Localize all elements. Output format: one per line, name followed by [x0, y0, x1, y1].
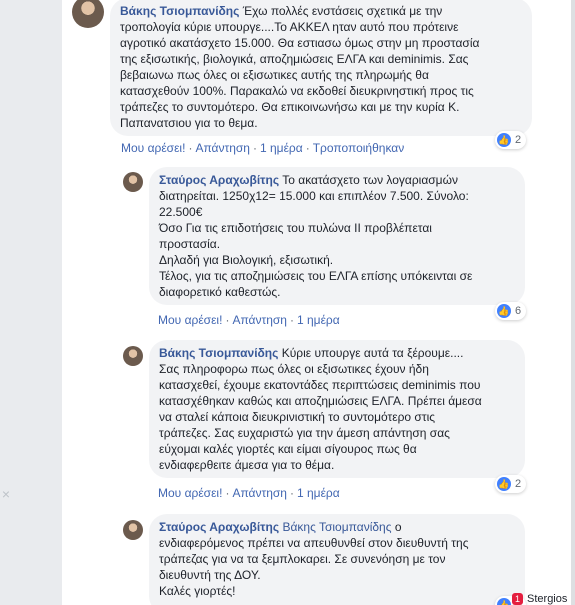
- comment-text: της εξισωτικής, βιολογικά, αποζημιώσεις …: [120, 52, 469, 66]
- comment-text: ενδιαφερόμενος πρέπει να απευθυνθεί στον…: [159, 536, 469, 550]
- avatar[interactable]: [123, 520, 143, 540]
- comment-text: Όσο Για τις επιδοτήσεις του πυλώνα ΙΙ πρ…: [159, 221, 432, 235]
- comment-text: Δηλαδή για Βιολογική, εξισωτική.: [159, 253, 334, 267]
- like-icon: 👍: [497, 477, 511, 491]
- comment-bubble: Βάκης Τσιομπανίδης Κύριε υπουργε αυτά τα…: [149, 340, 525, 478]
- notification-badge: 1: [512, 592, 524, 605]
- comment-text: εύχομαι καλές γιορτές και είμαι σίγουρος…: [159, 442, 417, 456]
- like-button[interactable]: Μου αρέσει!: [158, 486, 222, 500]
- comment-text: Κύριε υπουργε αυτά τα ξέρουμε....: [281, 346, 464, 360]
- comment-author[interactable]: Βάκης Τσιομπανίδης: [120, 4, 239, 18]
- like-button[interactable]: Μου αρέσει!: [158, 313, 222, 327]
- comment-text: κατασχεθούν 100%. Παρακαλώ να εκδοθεί δι…: [120, 84, 474, 98]
- comment-text: Σας πληροφορω πως όλες οι εξισωτικες έχο…: [159, 362, 429, 376]
- reply-button[interactable]: Απάντηση: [195, 141, 250, 155]
- comment-bubble: Σταύρος Αραχωβίτης Βάκης Τσιομπανίδης ο …: [149, 514, 525, 605]
- comment-author[interactable]: Σταύρος Αραχωβίτης: [159, 173, 279, 187]
- comment-text: διαφορετικό καθεστώς.: [159, 285, 281, 299]
- comment-text: Το ακατάσχετο των λογαριασμών: [282, 173, 458, 187]
- chat-contact-name: Stergios: [527, 592, 568, 605]
- comment-text: Παπανατσιου για το θεμα.: [120, 116, 258, 130]
- comment-text: 22.500€: [159, 205, 203, 219]
- comment-text: Έχω πολλές ενστάσεις σχετικά με την: [242, 4, 443, 18]
- like-icon: 👍: [497, 133, 511, 147]
- right-rail: [571, 0, 575, 605]
- comment-bubble: Σταύρος Αραχωβίτης Το ακατάσχετο των λογ…: [149, 167, 525, 305]
- comment-text: διατηρείται. 1250χ12= 15.000 και επιπλέο…: [159, 189, 469, 203]
- like-icon: 👍: [497, 304, 511, 318]
- comment-author[interactable]: Βάκης Τσιομπανίδης: [159, 346, 278, 360]
- reply-button[interactable]: Απάντηση: [232, 313, 287, 327]
- comment-actions: Μου αρέσει! · Απάντηση · 1 ημέρα · Τροποποιήθη…: [121, 141, 405, 155]
- avatar[interactable]: [72, 0, 104, 28]
- comment-text: τράπεζες. Σας ευχαριστώ για την άμεση απ…: [159, 426, 450, 440]
- close-icon[interactable]: ×: [0, 484, 12, 504]
- comment-text: τροπολογία κύριε υπουργε....Το ΑΚΚΕΛ ητα…: [120, 20, 459, 34]
- comment-bubble: Βάκης Τσιομπανίδης Έχω πολλές ενστάσεις …: [110, 0, 532, 136]
- comment-text: κατασχέθηκαν καθώς και αποζημιώσεις ΕΛΓΑ…: [159, 394, 482, 408]
- comment-text: ενδιαφερθειτε άμεσα για το θέμα.: [159, 458, 335, 472]
- comment-actions: Μου αρέσει! · Απάντηση · 1 ημέρα: [158, 486, 340, 500]
- comment-mention[interactable]: Βάκης Τσιομπανίδης: [282, 520, 391, 534]
- timestamp[interactable]: 1 ημέρα: [260, 141, 303, 155]
- like-button[interactable]: Μου αρέσει!: [121, 141, 185, 155]
- avatar[interactable]: [123, 346, 143, 366]
- comment-text: προστασία.: [159, 237, 221, 251]
- reaction-count[interactable]: 👍 2: [495, 475, 527, 493]
- like-icon: 👍: [497, 598, 511, 605]
- reaction-count[interactable]: 👍 6: [495, 302, 527, 320]
- comment-actions: Μου αρέσει! · Απάντηση · 1 ημέρα: [158, 313, 340, 327]
- chat-notification[interactable]: 1 Stergios: [512, 592, 567, 605]
- comment-text: αγροτικό ακατάσχετο 15.000. Θα εστιασω ό…: [120, 36, 480, 50]
- comment-text: να σταλεί κάποια διευκρινιστική το συντο…: [159, 410, 436, 424]
- comment-text: ο: [394, 520, 402, 534]
- avatar[interactable]: [123, 172, 143, 192]
- comment-text: τράπεζες το συντομότερο. Θα επικοινωνήσω…: [120, 100, 460, 114]
- reply-button[interactable]: Απάντηση: [232, 486, 287, 500]
- comment-text: Καλές γιορτές!: [159, 584, 236, 598]
- comment-text: διευθυντή της ΔΟΥ.: [159, 568, 261, 582]
- timestamp[interactable]: 1 ημέρα: [297, 486, 340, 500]
- comment-text: κατασχεθεί, έχουμε εκατοντάδες περιπτώσε…: [159, 378, 481, 392]
- comment-author[interactable]: Σταύρος Αραχωβίτης: [159, 520, 279, 534]
- reaction-count[interactable]: 👍 2: [495, 131, 527, 149]
- comment-text: τράπεζας για να τα ξεμπλοκαρει. Σε συνεν…: [159, 552, 446, 566]
- comment-text: Τέλος, για τις αποζημιώσεις του ΕΛΓΑ επί…: [159, 269, 473, 283]
- comment-text: βεβαιωνω πως όλες οι εξισωτικες αυτής τη…: [120, 68, 429, 82]
- timestamp[interactable]: 1 ημέρα: [297, 313, 340, 327]
- comments-panel: Βάκης Τσιομπανίδης Έχω πολλές ενστάσεις …: [62, 0, 571, 605]
- edited-link[interactable]: Τροποποιήθηκαν: [313, 141, 405, 155]
